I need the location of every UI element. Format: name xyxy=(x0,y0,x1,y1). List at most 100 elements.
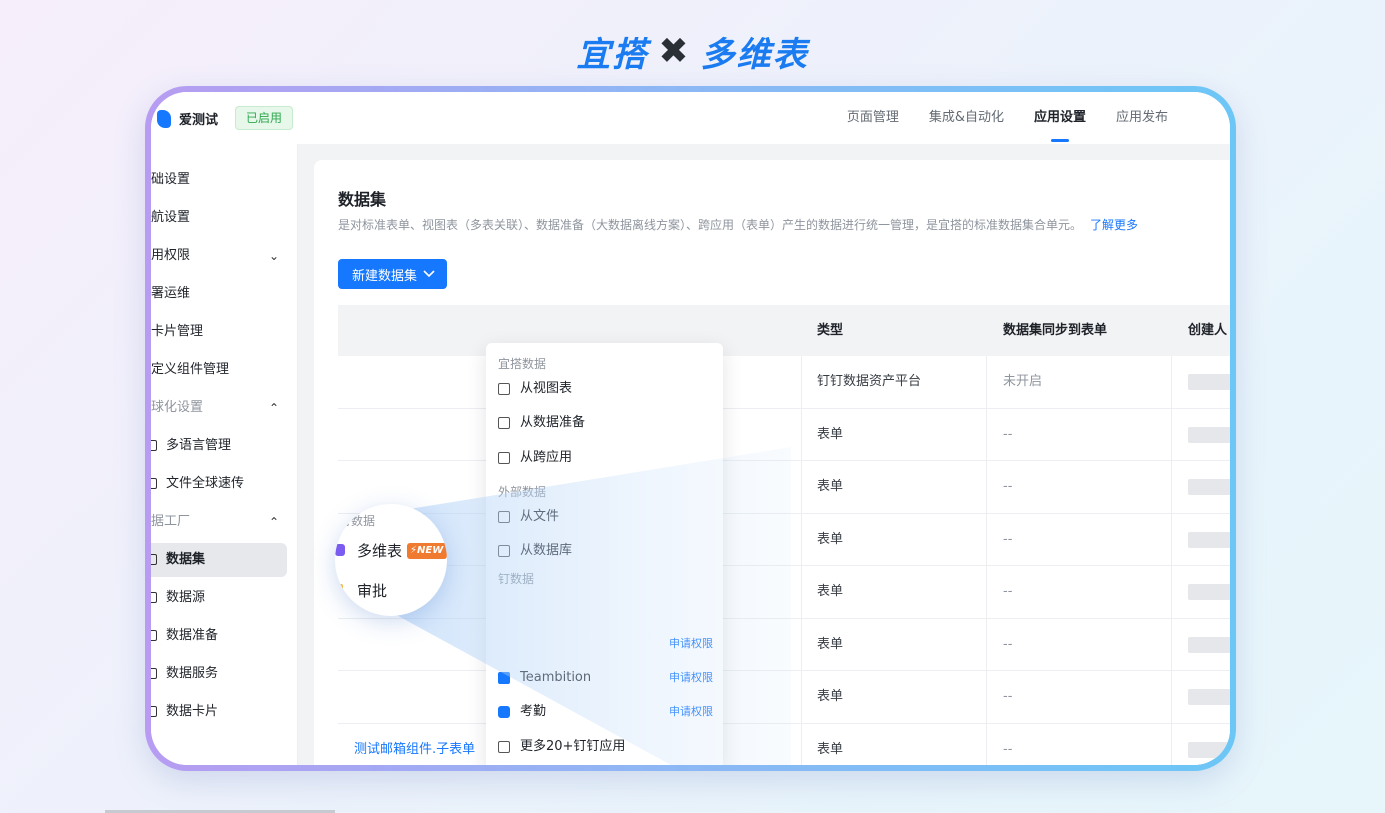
app-screen: 爱测试 已启用 页面管理 集成&自动化 应用设置 应用发布 础设置 航设置 用权… xyxy=(151,92,1230,765)
table-row[interactable]: 表单 -- xyxy=(338,671,1230,724)
chevron-down-icon xyxy=(423,270,435,278)
sidebar-item-label: 定义组件管理 xyxy=(151,362,230,377)
table-row[interactable]: 表单 -- xyxy=(338,461,1230,514)
sidebar-item-custom-components[interactable]: 定义组件管理 xyxy=(151,353,287,387)
sidebar-item-data-prep[interactable]: 数据准备 xyxy=(151,619,287,653)
menu-item-from-view[interactable]: 从视图表 xyxy=(498,378,713,400)
sidebar-item-basic-settings[interactable]: 础设置 xyxy=(151,163,287,197)
sidebar-item-datasources[interactable]: 数据源 xyxy=(151,581,287,615)
sidebar-item-datasets[interactable]: 数据集 xyxy=(151,543,287,577)
sidebar-item-label: 卡片管理 xyxy=(151,324,204,339)
dataset-type: 表单 xyxy=(817,584,844,599)
menu-item-from-file[interactable]: 从文件 xyxy=(498,506,713,528)
device-frame: 爱测试 已启用 页面管理 集成&自动化 应用设置 应用发布 础设置 航设置 用权… xyxy=(145,86,1236,771)
menu-item-label: 从数据准备 xyxy=(520,415,586,430)
creator-avatar xyxy=(1188,531,1230,548)
page-description: 是对标准表单、视图表（多表关联）、数据准备（大数据离线方案）、跨应用（表单）产生… xyxy=(338,216,1138,233)
dataset-sync-status: -- xyxy=(1003,531,1013,547)
sidebar-item-label: 署运维 xyxy=(151,286,191,301)
dataset-type: 表单 xyxy=(817,741,844,757)
sidebar-item-label: 数据卡片 xyxy=(166,704,219,719)
menu-item-attendance[interactable]: 考勤 申请权限 xyxy=(498,701,713,723)
apply-permission-link[interactable]: 申请权限 xyxy=(669,701,713,723)
sidebar-item-label: 航设置 xyxy=(151,210,191,225)
dataset-type: 表单 xyxy=(817,636,844,652)
menu-item-multi-table[interactable]: 多维表 xyxy=(357,540,402,561)
sidebar-group-label: 据工厂 xyxy=(151,514,191,529)
sidebar-item-data-service[interactable]: 数据服务 xyxy=(151,657,287,691)
page-title: 数据集 xyxy=(338,190,387,209)
table-row[interactable]: 表单 -- xyxy=(338,409,1230,461)
table-row[interactable]: 钉钉数据资产平台 未开启 xyxy=(338,356,1230,409)
dataset-sync-status: -- xyxy=(1003,741,1013,757)
sidebar-item-multilanguage[interactable]: 多语言管理 xyxy=(151,429,287,463)
sidebar-item-card-management[interactable]: 卡片管理 xyxy=(151,315,287,349)
menu-item-more-dingtalk-apps[interactable]: 更多20+钉钉应用 xyxy=(498,736,713,758)
new-dataset-label: 新建数据集 xyxy=(352,268,418,284)
dataset-sync-status: 未开启 xyxy=(1003,374,1043,389)
table-row[interactable]: 表单 -- xyxy=(338,514,1230,566)
dataset-sync-status: -- xyxy=(1003,479,1013,494)
menu-item-label: 更多20+钉钉应用 xyxy=(520,739,626,754)
dropdown-group-external: 外部数据 xyxy=(498,485,547,499)
menu-item-teambition[interactable]: Teambition 申请权限 xyxy=(498,667,713,689)
menu-item-label: 考勤 xyxy=(520,704,547,719)
creator-avatar xyxy=(1188,741,1230,758)
magnifier-lens: 钉数据 多维表 ⚡NEW 审批 xyxy=(335,504,447,616)
magnifier-group-label: 钉数据 xyxy=(339,514,376,528)
sidebar-item-app-permissions[interactable]: 用权限 ⌄ xyxy=(151,239,287,273)
main-area: 数据集 是对标准表单、视图表（多表关联）、数据准备（大数据离线方案）、跨应用（表… xyxy=(298,144,1230,765)
attendance-icon xyxy=(498,706,510,718)
column-header-creator: 创建人 xyxy=(1188,323,1228,338)
sidebar-group-globalization[interactable]: 球化设置 ⌃ xyxy=(151,391,287,425)
new-dataset-button[interactable]: 新建数据集 xyxy=(338,259,448,289)
dataset-sync-status: -- xyxy=(1003,689,1013,704)
new-dataset-dropdown: 宜搭数据 从视图表 从数据准备 从跨应用 外部数据 从文件 从数据库 钉数据 T… xyxy=(486,343,723,765)
sidebar-group-label: 球化设置 xyxy=(151,400,204,415)
creator-avatar xyxy=(1188,636,1230,653)
book-icon xyxy=(498,741,510,753)
table-row[interactable]: 表单 -- xyxy=(338,566,1230,619)
menu-item-label: 从跨应用 xyxy=(520,450,573,465)
tab-integration-automation[interactable]: 集成&自动化 xyxy=(929,92,1004,144)
menu-item-from-prep[interactable]: 从数据准备 xyxy=(498,412,713,434)
apps-grid-icon xyxy=(498,452,510,464)
dataset-type: 表单 xyxy=(817,426,844,442)
sidebar-item-deploy-ops[interactable]: 署运维 xyxy=(151,277,287,311)
sidebar-item-label: 础设置 xyxy=(151,172,191,187)
sidebar-group-data-factory[interactable]: 据工厂 ⌃ xyxy=(151,505,287,539)
teambition-icon xyxy=(498,672,510,684)
hero-title: 宜搭 ✖ 多维表 xyxy=(0,28,1385,75)
datasets-table: 类型 数据集同步到表单 创建人 钉钉数据资产平台 未开启 表单 -- 表单 -- 表单… xyxy=(338,305,1230,765)
column-header-type: 类型 xyxy=(817,323,844,338)
sidebar-item-data-cards[interactable]: 数据卡片 xyxy=(151,695,287,729)
tab-page-management[interactable]: 页面管理 xyxy=(847,92,899,144)
menu-item-from-database[interactable]: 从数据库 xyxy=(498,540,713,562)
tab-app-settings[interactable]: 应用设置 xyxy=(1034,92,1086,144)
top-bar: 爱测试 已启用 页面管理 集成&自动化 应用设置 应用发布 xyxy=(151,92,1230,145)
menu-item-approval[interactable]: 审批 xyxy=(357,580,387,601)
apply-permission-link[interactable]: 申请权限 xyxy=(669,667,713,689)
sidebar-item-label: 数据服务 xyxy=(166,666,219,681)
sidebar-item-label: 数据准备 xyxy=(166,628,219,643)
hero-brand-right: 多维表 xyxy=(700,34,809,75)
dropdown-group-yida: 宜搭数据 xyxy=(498,357,547,371)
hero-brand-left: 宜搭 xyxy=(576,34,649,75)
table-row[interactable]: 表单 -- xyxy=(338,619,1230,671)
file-icon xyxy=(151,478,157,489)
tab-app-publish[interactable]: 应用发布 xyxy=(1116,92,1168,144)
new-badge: ⚡NEW xyxy=(407,543,447,559)
dataset-type: 钉钉数据资产平台 xyxy=(817,374,922,389)
approval-icon xyxy=(335,584,343,596)
sidebar-item-label: 文件全球速传 xyxy=(166,476,245,491)
dataset-name-link[interactable]: 测试邮箱组件.子表单 xyxy=(354,724,475,766)
sidebar-item-file-transfer[interactable]: 文件全球速传 xyxy=(151,467,287,501)
sidebar-item-nav-settings[interactable]: 航设置 xyxy=(151,201,287,235)
sidebar: 础设置 航设置 用权限 ⌄ 署运维 卡片管理 定义组件管理 球化设置 ⌃ 多语言管理… xyxy=(151,144,298,765)
menu-item-from-cross-app[interactable]: 从跨应用 xyxy=(498,447,713,469)
apply-permission-link[interactable]: 申请权限 xyxy=(669,635,713,651)
creator-avatar xyxy=(1188,374,1230,390)
dropdown-group-dingtalk: 钉数据 xyxy=(498,572,535,586)
learn-more-link[interactable]: 了解更多 xyxy=(1090,218,1138,232)
table-row[interactable]: 测试邮箱组件.子表单 表单 -- xyxy=(338,724,1230,766)
